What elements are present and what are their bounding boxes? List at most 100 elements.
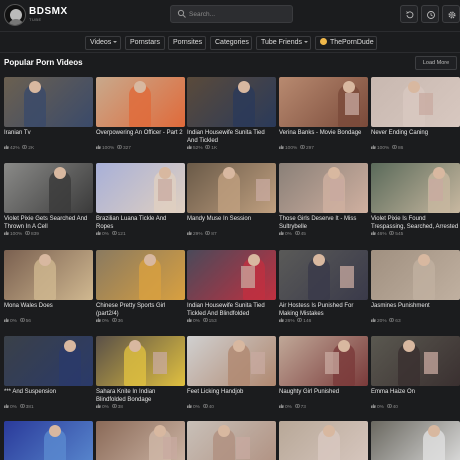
censor-blur	[345, 93, 359, 115]
video-thumbnail[interactable]	[279, 336, 368, 386]
search-input[interactable]	[189, 7, 289, 21]
video-title[interactable]: Iranian Tv	[4, 129, 93, 145]
video-card[interactable]: Indian Housewife Sunita Tied And Tickled…	[187, 77, 276, 152]
video-card[interactable]: Violet Pixie Gets Searched And Thrown In…	[4, 163, 93, 238]
video-thumbnail[interactable]	[187, 421, 276, 460]
video-card[interactable]	[96, 421, 185, 460]
video-thumbnail[interactable]	[187, 163, 276, 213]
video-thumbnail[interactable]	[96, 77, 185, 127]
video-title[interactable]: Indian Housewife Sunita Tied And Tickled	[187, 129, 276, 145]
video-thumbnail[interactable]	[371, 77, 460, 127]
video-thumbnail[interactable]	[279, 250, 368, 300]
nav-item-videos[interactable]: Videos	[85, 36, 121, 50]
video-thumbnail[interactable]	[187, 250, 276, 300]
search-box[interactable]	[170, 5, 293, 23]
video-title[interactable]: Indian Housewife Sunita Tied Tickled And…	[187, 302, 276, 318]
video-card[interactable]: Naughty Girl Punished 0% 73	[279, 336, 368, 411]
video-title[interactable]: Air Hostess Is Punished For Making Mista…	[279, 302, 368, 318]
video-title[interactable]: Violet Pixie Gets Searched And Thrown In…	[4, 215, 93, 231]
video-card[interactable]: Air Hostess Is Punished For Making Mista…	[279, 250, 368, 325]
video-thumbnail[interactable]	[96, 250, 185, 300]
watch-later-button[interactable]	[421, 5, 439, 23]
video-views: 40	[208, 405, 214, 410]
nav-item-pornsites[interactable]: Pornsites	[168, 36, 206, 50]
video-thumbnail[interactable]	[279, 163, 368, 213]
nav-item-theporndude[interactable]: ThePornDude	[315, 36, 377, 50]
video-thumbnail[interactable]	[4, 336, 93, 386]
video-thumbnail[interactable]	[4, 77, 93, 127]
video-title[interactable]: Mona Wales Does	[4, 302, 93, 318]
video-title[interactable]: Overpowering An Officer - Part 2	[96, 129, 185, 145]
video-title[interactable]: Violet Pixie Is Found Trespassing, Searc…	[371, 215, 460, 231]
nav-item-pornstars[interactable]: Pornstars	[125, 36, 165, 50]
censor-blur	[340, 266, 354, 288]
video-thumbnail[interactable]	[279, 77, 368, 127]
video-card[interactable]: Mona Wales Does 0% 56	[4, 250, 93, 325]
video-card[interactable]: Feet Licking Handjob 0% 40	[187, 336, 276, 411]
video-title[interactable]: Emma Haize On	[371, 388, 460, 404]
site-logo[interactable]	[4, 4, 26, 26]
video-card[interactable]: Iranian Tv 42% 2K	[4, 77, 93, 152]
video-thumbnail[interactable]	[371, 421, 460, 460]
nav-item-categories[interactable]: Categories	[210, 36, 252, 50]
load-more-button[interactable]: Load More	[415, 56, 457, 70]
video-thumbnail[interactable]	[187, 77, 276, 127]
video-card[interactable]: Never Ending Caning 100% 86	[371, 77, 460, 152]
history-button[interactable]	[400, 5, 418, 23]
video-title[interactable]: Those Girls Deserve It - Miss Sultrybell…	[279, 215, 368, 231]
video-card[interactable]: Jasmines Punishment 20% 63	[371, 250, 460, 325]
search-icon[interactable]	[177, 9, 187, 19]
video-thumbnail[interactable]	[371, 336, 460, 386]
video-title[interactable]: Verina Banks - Movie Bondage	[279, 129, 368, 145]
video-rating: 100%	[102, 146, 115, 151]
video-card[interactable]: Mandy Muse In Session 29% 87	[187, 163, 276, 238]
video-title[interactable]: *** And Suspension	[4, 388, 93, 404]
video-title[interactable]: Never Ending Caning	[371, 129, 460, 145]
video-views: 73	[300, 405, 306, 410]
video-card[interactable]	[4, 421, 93, 460]
video-thumbnail[interactable]	[279, 421, 368, 460]
video-thumbnail[interactable]	[371, 163, 460, 213]
video-title[interactable]: Feet Licking Handjob	[187, 388, 276, 404]
video-title[interactable]: Sahara Knite In Indian Blindfolded Bonda…	[96, 388, 185, 404]
video-card[interactable]: *** And Suspension 0% 381	[4, 336, 93, 411]
video-thumbnail[interactable]	[4, 421, 93, 460]
brand-name[interactable]: BDSMX	[29, 6, 68, 17]
video-thumbnail[interactable]	[96, 421, 185, 460]
video-meta: 26% 146	[279, 318, 368, 325]
chevron-down-icon	[113, 41, 118, 44]
video-card[interactable]	[371, 421, 460, 460]
video-card[interactable]: Overpowering An Officer - Part 2 100% 327	[96, 77, 185, 152]
video-card[interactable]	[187, 421, 276, 460]
video-thumbnail[interactable]	[4, 250, 93, 300]
video-thumbnail[interactable]	[4, 163, 93, 213]
video-thumbnail[interactable]	[371, 250, 460, 300]
video-thumbnail[interactable]	[187, 336, 276, 386]
settings-button[interactable]	[442, 5, 460, 23]
video-title[interactable]: Jasmines Punishment	[371, 302, 460, 318]
video-views: 381	[25, 405, 34, 410]
video-card[interactable]: Sahara Knite In Indian Blindfolded Bonda…	[96, 336, 185, 411]
video-views: 545	[395, 232, 404, 237]
video-card[interactable]: Indian Housewife Sunita Tied Tickled And…	[187, 250, 276, 325]
video-title[interactable]: Brazilian Luana Tickle And Ropes	[96, 215, 185, 231]
nav-item-tube-friends[interactable]: Tube Friends	[256, 36, 311, 50]
video-meta: 100% 297	[279, 145, 368, 152]
video-thumbnail[interactable]	[96, 163, 185, 213]
video-title[interactable]: Chinese Pretty Sports Girl (part2/4)	[96, 302, 185, 318]
brand-subtitle: TUBE	[29, 17, 42, 22]
video-card[interactable]: Verina Banks - Movie Bondage 100% 297	[279, 77, 368, 152]
video-title[interactable]: Naughty Girl Punished	[279, 388, 368, 404]
video-title[interactable]: Mandy Muse In Session	[187, 215, 276, 231]
video-thumbnail[interactable]	[96, 336, 185, 386]
video-card[interactable]: Violet Pixie Is Found Trespassing, Searc…	[371, 163, 460, 238]
video-card[interactable]: Those Girls Deserve It - Miss Sultrybell…	[279, 163, 368, 238]
thumbs-up-icon	[4, 404, 9, 408]
video-card[interactable]: Chinese Pretty Sports Girl (part2/4) 0% 3…	[96, 250, 185, 325]
video-card[interactable]: Brazilian Luana Tickle And Ropes 0% 121	[96, 163, 185, 238]
video-views: 86	[397, 146, 404, 151]
video-card[interactable]: Emma Haize On 0% 40	[371, 336, 460, 411]
video-card[interactable]	[279, 421, 368, 460]
thumbs-up-icon	[96, 404, 101, 408]
thumbs-up-icon	[371, 231, 376, 235]
